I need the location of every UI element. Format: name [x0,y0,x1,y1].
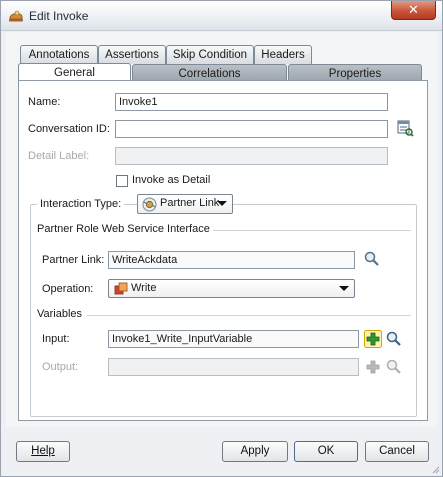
tab-general[interactable]: General [18,63,131,81]
section-divider [87,315,411,316]
interaction-type-dropdown[interactable]: Partner Link [137,194,233,214]
chevron-down-icon [217,201,227,206]
ok-button-label: OK [317,445,335,457]
variables-section-title: Variables [37,308,83,320]
chevron-down-icon [339,286,349,291]
input-variable-field[interactable]: Invoke1_Write_InputVariable [108,330,359,348]
close-icon: ✕ [408,2,419,17]
conversation-id-field[interactable] [115,120,388,138]
tab-skip-condition[interactable]: Skip Condition [166,45,254,64]
invoke-as-detail-checkbox[interactable] [116,175,128,187]
invoke-as-detail-label: Invoke as Detail [132,174,211,186]
partner-link-icon [142,197,157,212]
close-button[interactable]: ✕ [391,1,436,20]
add-icon[interactable] [364,330,382,348]
interaction-type-value: Partner Link [160,197,220,209]
tab-assertions[interactable]: Assertions [98,45,166,64]
operation-label: Operation: [42,283,94,295]
section-divider [213,230,411,231]
partner-link-label: Partner Link: [42,254,105,266]
apply-button[interactable]: Apply [222,441,288,462]
window-title: Edit Invoke [29,9,89,23]
output-variable-field [108,358,359,376]
cancel-button-label: Cancel [379,445,415,457]
help-button[interactable]: Help [16,441,70,462]
name-label: Name: [28,96,61,108]
operation-value: Write [131,282,157,294]
partner-role-section-title: Partner Role Web Service Interface [37,223,210,235]
tab-headers[interactable]: Headers [254,45,312,64]
search-icon [386,359,401,374]
tab-annotations[interactable]: Annotations [20,45,98,64]
output-label: Output: [42,361,79,373]
help-button-label: Help [31,445,55,457]
ok-button[interactable]: OK [294,441,358,462]
partner-link-field[interactable]: WriteAckdata [108,251,355,269]
apply-button-label: Apply [240,445,270,457]
input-label: Input: [42,333,70,345]
resize-grip-icon[interactable] [430,464,440,474]
variable-lookup-icon[interactable] [397,120,414,137]
search-icon[interactable] [385,330,403,348]
bpel-invoke-icon [9,10,23,22]
search-icon[interactable] [363,250,381,268]
interaction-group-box [30,204,417,417]
edit-invoke-dialog: Edit Invoke ✕ Annotations Assertions Ski… [0,0,443,477]
title-bar: Edit Invoke ✕ [1,1,442,31]
detail-label-label: Detail Label: [28,150,90,162]
cancel-button[interactable]: Cancel [365,441,429,462]
add-icon [366,360,380,374]
operation-dropdown[interactable]: Write [108,279,355,298]
write-operation-icon [114,282,128,295]
interaction-type-label: Interaction Type: [37,198,125,210]
detail-label-field [115,147,388,165]
name-field[interactable]: Invoke1 [115,93,388,111]
conversation-id-label: Conversation ID: [28,123,110,135]
